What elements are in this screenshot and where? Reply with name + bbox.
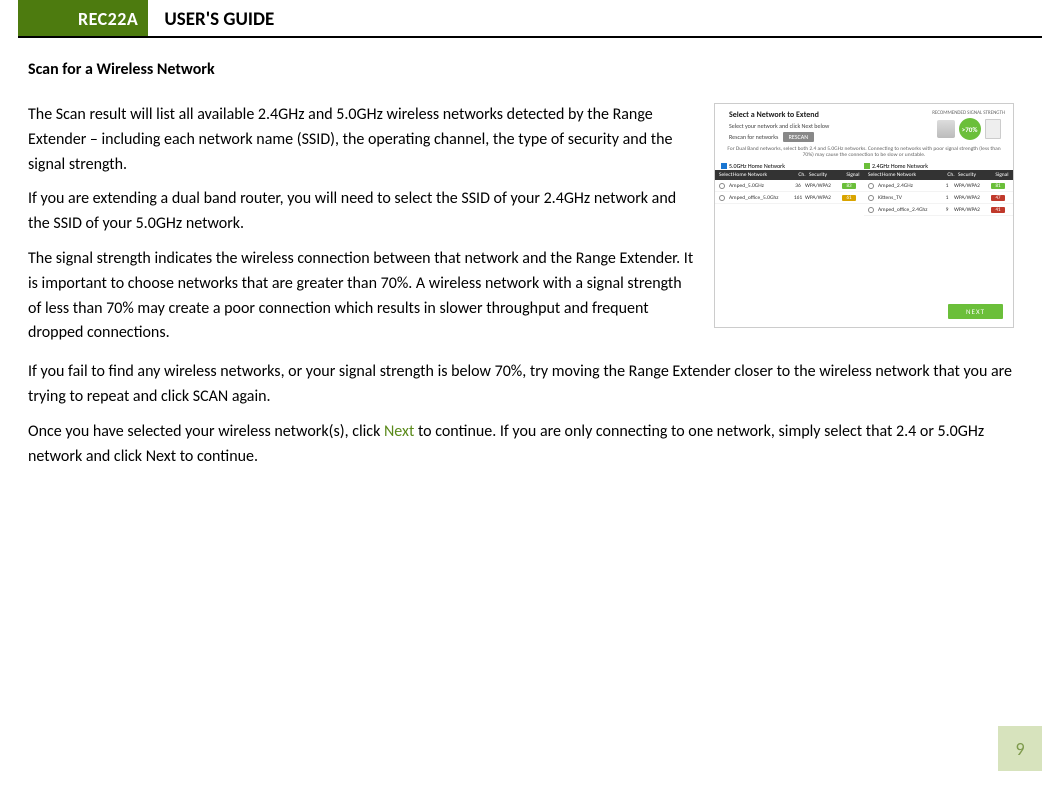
table-row[interactable]: Amped_2.4GHz 1 WPA/WPA2 81 — [864, 180, 1013, 192]
paragraph-4: If you fail to find any wireless network… — [28, 360, 1014, 410]
page-number: 9 — [998, 726, 1042, 771]
table-row[interactable]: Amped_5.0GHz 36 WPA/WPA2 83 — [715, 180, 864, 192]
shot-title: Select a Network to Extend — [729, 110, 899, 120]
next-link: Next — [384, 422, 414, 441]
doc-header: REC22A USER'S GUIDE — [18, 0, 1042, 38]
col-sec: Security — [809, 172, 843, 178]
band-5ghz-dot — [721, 163, 727, 169]
next-button[interactable]: NEXT — [948, 304, 1003, 319]
band-24ghz-dot — [864, 163, 870, 169]
extender-icon — [985, 119, 1001, 139]
table-row[interactable]: Kittens_TV 1 WPA/WPA2 47 — [864, 192, 1013, 204]
col-sig: Signal — [992, 172, 1012, 178]
col-sec: Security — [958, 172, 992, 178]
col-sig: Signal — [843, 172, 863, 178]
col-select: Select — [864, 172, 882, 178]
band-5ghz-label: 5.0GHz Home Network — [729, 162, 785, 170]
header-model: REC22A — [18, 0, 148, 36]
p5-pre: Once you have selected your wireless net… — [28, 422, 384, 441]
shot-sub2: Rescan for networks — [729, 133, 778, 141]
col-name: Home Network — [882, 172, 944, 178]
radio-icon[interactable] — [719, 195, 725, 201]
shot-reco-block: RECOMMENDED SIGNAL STRENGTH >70% — [932, 110, 1005, 142]
wizard-screenshot: Select a Network to Extend Select your n… — [714, 103, 1014, 328]
radio-icon[interactable] — [868, 207, 874, 213]
content-area: Scan for a Wireless Network Select a Net… — [0, 38, 1042, 479]
radio-icon[interactable] — [868, 183, 874, 189]
radio-icon[interactable] — [868, 195, 874, 201]
section-title: Scan for a Wireless Network — [28, 60, 1014, 79]
shot-sub2-row: Rescan for networks RESCAN — [729, 132, 899, 142]
col-select: Select — [715, 172, 733, 178]
table-row[interactable]: Amped_office_2.4Ghz 9 WPA/WPA2 41 — [864, 204, 1013, 216]
paragraph-5: Once you have selected your wireless net… — [28, 420, 1014, 470]
col-name: Home Network — [733, 172, 795, 178]
shot-sub1: Select your network and click Next below — [729, 122, 899, 130]
col-ch: Ch. — [795, 172, 809, 178]
header-title: USER'S GUIDE — [148, 0, 290, 36]
shot-note: For Dual Band networks, select both 2.4 … — [715, 144, 1013, 160]
router-icon — [937, 120, 955, 138]
table-row[interactable]: Amped_office_5.0Ghz 161 WPA/WPA2 61 — [715, 192, 864, 204]
radio-icon[interactable] — [719, 183, 725, 189]
col-ch: Ch. — [944, 172, 958, 178]
signal-pct-badge: >70% — [959, 118, 981, 140]
shot-reco-label: RECOMMENDED SIGNAL STRENGTH — [932, 110, 1005, 116]
rescan-button[interactable]: RESCAN — [783, 132, 814, 142]
band-24ghz-label: 2.4GHz Home Network — [872, 162, 928, 170]
